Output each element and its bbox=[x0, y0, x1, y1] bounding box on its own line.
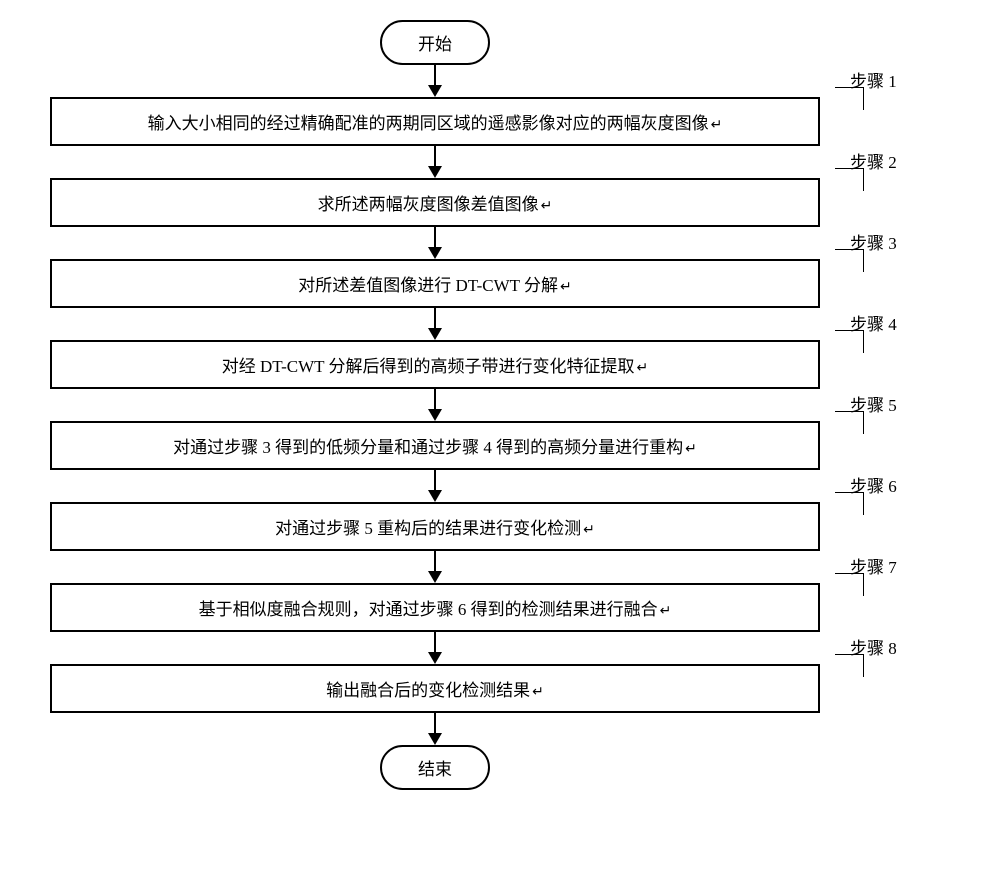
step-1-wrap: 步骤 1 输入大小相同的经过精确配准的两期同区域的遥感影像对应的两幅灰度图像↵ bbox=[50, 97, 820, 146]
step-2-wrap: 步骤 2 求所述两幅灰度图像差值图像↵ bbox=[50, 178, 820, 227]
step-8-box: 输出融合后的变化检测结果↵ bbox=[50, 664, 820, 713]
return-icon: ↵ bbox=[711, 118, 723, 133]
step-4-text: 对经 DT-CWT 分解后得到的高频子带进行变化特征提取 bbox=[222, 357, 635, 376]
step-4-label: 步骤 4 bbox=[850, 310, 897, 335]
step-6-text: 对通过步骤 5 重构后的结果进行变化检测 bbox=[275, 519, 581, 538]
step-7-wrap: 步骤 7 基于相似度融合规则，对通过步骤 6 得到的检测结果进行融合↵ bbox=[50, 583, 820, 632]
step-4-box: 对经 DT-CWT 分解后得到的高频子带进行变化特征提取↵ bbox=[50, 340, 820, 389]
step-2-text: 求所述两幅灰度图像差值图像 bbox=[318, 195, 539, 214]
step-3-label: 步骤 3 bbox=[850, 229, 897, 254]
step-3-box: 对所述差值图像进行 DT-CWT 分解↵ bbox=[50, 259, 820, 308]
arrow-icon bbox=[428, 551, 442, 583]
return-icon: ↵ bbox=[637, 361, 649, 376]
step-8-wrap: 步骤 8 输出融合后的变化检测结果↵ bbox=[50, 664, 820, 713]
step-8-label: 步骤 8 bbox=[850, 634, 897, 659]
step-3-wrap: 步骤 3 对所述差值图像进行 DT-CWT 分解↵ bbox=[50, 259, 820, 308]
step-5-box: 对通过步骤 3 得到的低频分量和通过步骤 4 得到的高频分量进行重构↵ bbox=[50, 421, 820, 470]
step-5-text: 对通过步骤 3 得到的低频分量和通过步骤 4 得到的高频分量进行重构 bbox=[173, 438, 683, 457]
step-5-wrap: 步骤 5 对通过步骤 3 得到的低频分量和通过步骤 4 得到的高频分量进行重构↵ bbox=[50, 421, 820, 470]
step-4-wrap: 步骤 4 对经 DT-CWT 分解后得到的高频子带进行变化特征提取↵ bbox=[50, 340, 820, 389]
step-1-label: 步骤 1 bbox=[850, 67, 897, 92]
step-6-box: 对通过步骤 5 重构后的结果进行变化检测↵ bbox=[50, 502, 820, 551]
return-icon: ↵ bbox=[541, 199, 553, 214]
step-2-box: 求所述两幅灰度图像差值图像↵ bbox=[50, 178, 820, 227]
step-6-wrap: 步骤 6 对通过步骤 5 重构后的结果进行变化检测↵ bbox=[50, 502, 820, 551]
flowchart-container: 开始 步骤 1 输入大小相同的经过精确配准的两期同区域的遥感影像对应的两幅灰度图… bbox=[50, 20, 820, 790]
step-1-text: 输入大小相同的经过精确配准的两期同区域的遥感影像对应的两幅灰度图像 bbox=[148, 114, 709, 133]
arrow-icon bbox=[428, 389, 442, 421]
step-7-label: 步骤 7 bbox=[850, 553, 897, 578]
step-7-box: 基于相似度融合规则，对通过步骤 6 得到的检测结果进行融合↵ bbox=[50, 583, 820, 632]
step-1-box: 输入大小相同的经过精确配准的两期同区域的遥感影像对应的两幅灰度图像↵ bbox=[50, 97, 820, 146]
arrow-icon bbox=[428, 146, 442, 178]
step-2-label: 步骤 2 bbox=[850, 148, 897, 173]
start-label: 开始 bbox=[418, 35, 452, 54]
return-icon: ↵ bbox=[583, 523, 595, 538]
return-icon: ↵ bbox=[660, 604, 672, 619]
arrow-icon bbox=[428, 308, 442, 340]
arrow-icon bbox=[428, 632, 442, 664]
start-terminator: 开始 bbox=[380, 20, 490, 65]
end-label: 结束 bbox=[418, 760, 452, 779]
return-icon: ↵ bbox=[685, 442, 697, 457]
step-6-label: 步骤 6 bbox=[850, 472, 897, 497]
step-3-text: 对所述差值图像进行 DT-CWT 分解 bbox=[298, 276, 558, 295]
return-icon: ↵ bbox=[560, 280, 572, 295]
step-7-text: 基于相似度融合规则，对通过步骤 6 得到的检测结果进行融合 bbox=[199, 600, 658, 619]
step-5-label: 步骤 5 bbox=[850, 391, 897, 416]
arrow-icon bbox=[428, 713, 442, 745]
arrow-icon bbox=[428, 65, 442, 97]
return-icon: ↵ bbox=[532, 685, 544, 700]
arrow-icon bbox=[428, 227, 442, 259]
arrow-icon bbox=[428, 470, 442, 502]
step-8-text: 输出融合后的变化检测结果 bbox=[326, 681, 530, 700]
end-terminator: 结束 bbox=[380, 745, 490, 790]
